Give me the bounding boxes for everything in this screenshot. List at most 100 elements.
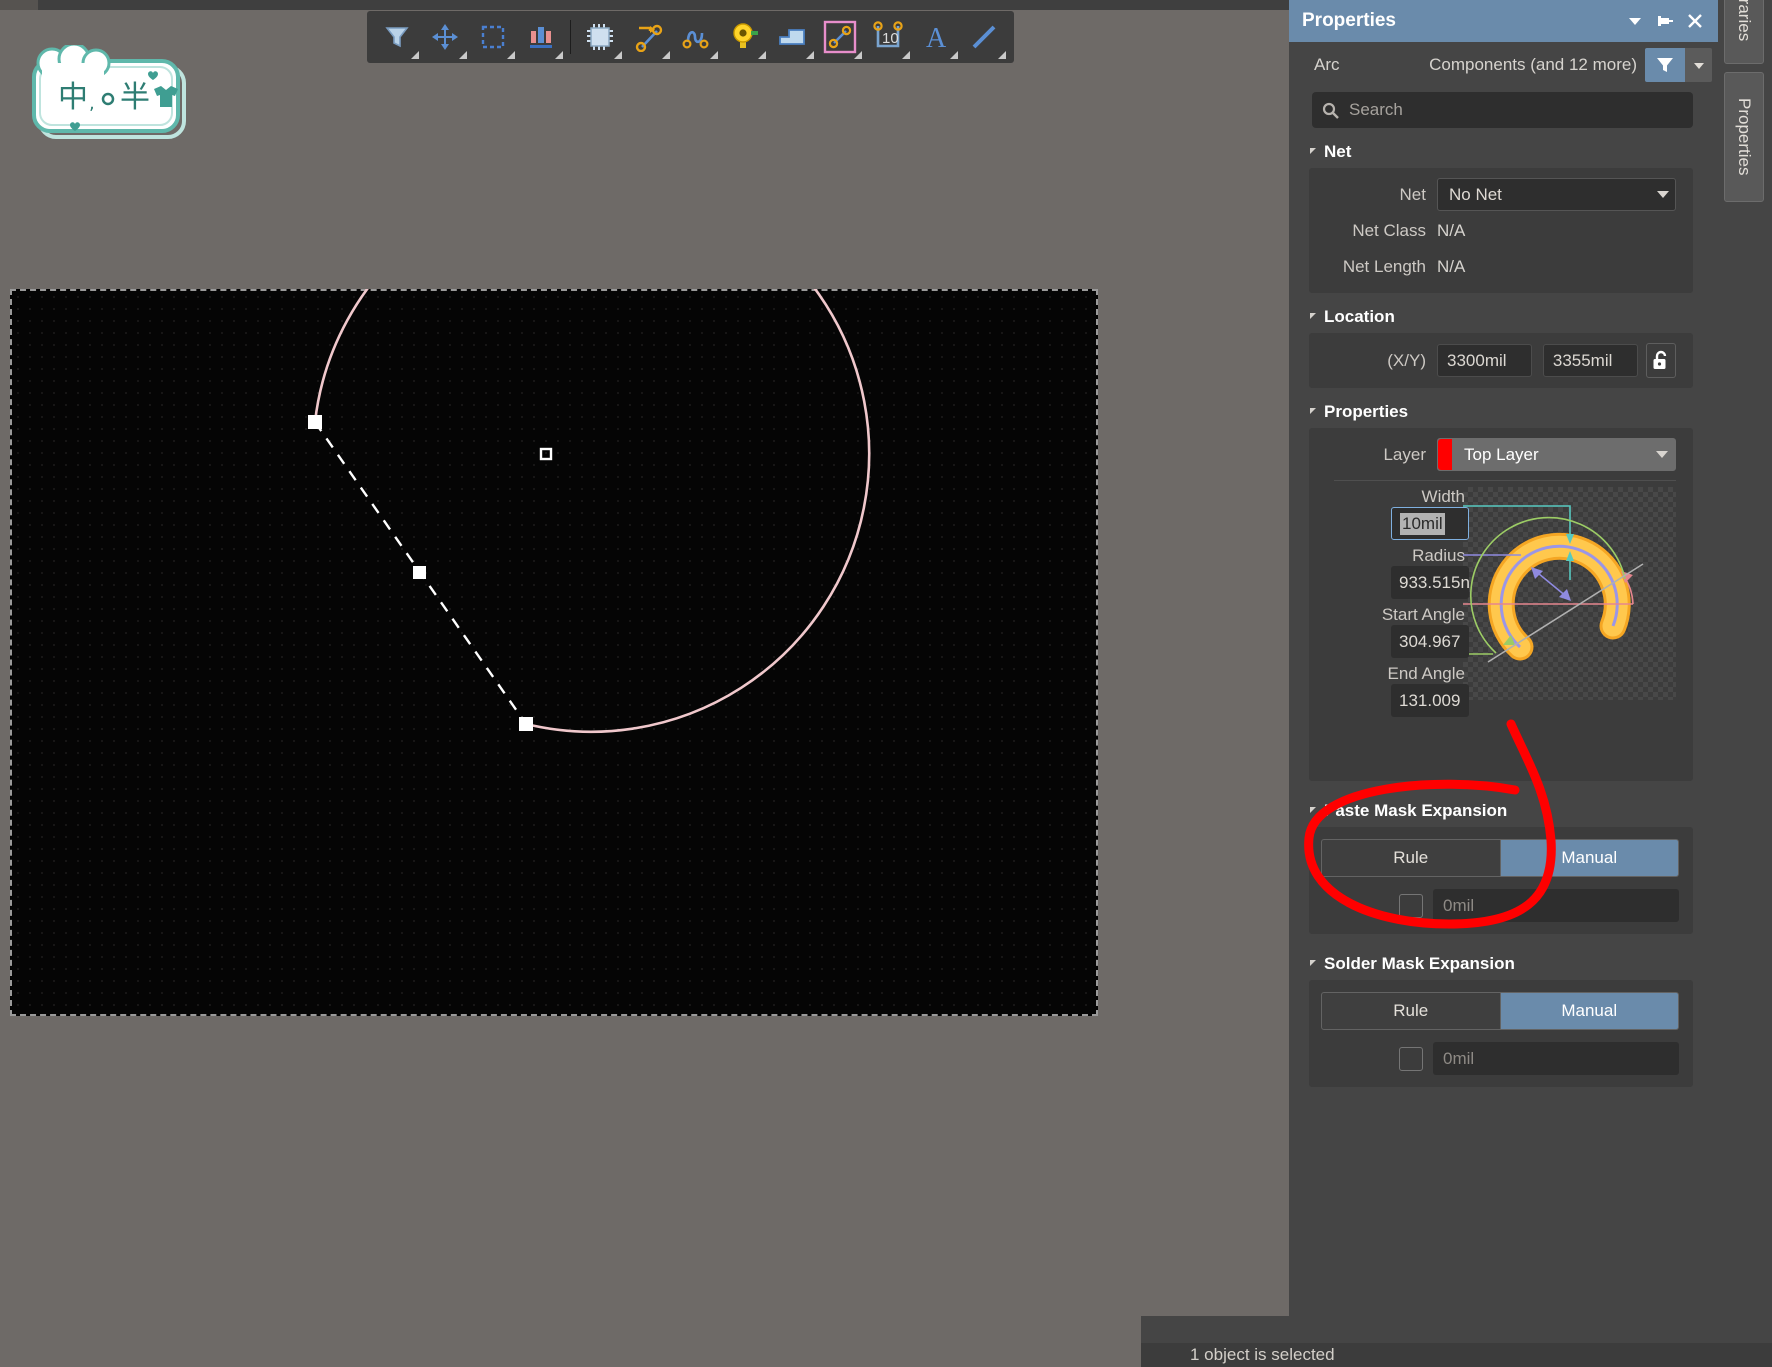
location-y-input[interactable]: 3355mil: [1543, 344, 1638, 377]
differential-pair-tool-button[interactable]: [672, 13, 720, 61]
wavy-line-icon: [681, 22, 711, 52]
chevron-down-icon: [1657, 191, 1669, 198]
pcb-toolbar: 10 A: [367, 11, 1014, 63]
paste-mask-expansion-input[interactable]: 0mil: [1433, 889, 1679, 922]
paste-mask-checkbox[interactable]: [1399, 894, 1423, 918]
panel-pin-button[interactable]: [1650, 6, 1680, 36]
dropdown-caret[interactable]: [806, 51, 814, 59]
arc-line-icon: [823, 20, 857, 54]
dimension-10-icon: 10: [872, 21, 904, 53]
solder-mask-expansion-input[interactable]: 0mil: [1433, 1042, 1679, 1075]
paste-mask-expansion-row: 0mil: [1309, 889, 1679, 922]
align-tool-button[interactable]: [517, 13, 565, 61]
svg-text:A: A: [926, 23, 947, 52]
dropdown-caret[interactable]: [662, 51, 670, 59]
layer-field-row: Layer Top Layer: [1309, 436, 1693, 473]
place-line-tool-button[interactable]: [960, 13, 1008, 61]
dropdown-caret[interactable]: [854, 51, 862, 59]
collapse-triangle-icon: [1310, 960, 1316, 966]
dropdown-caret[interactable]: [411, 51, 419, 59]
layer-value: Top Layer: [1452, 439, 1649, 470]
net-section-title: Net: [1324, 142, 1351, 162]
dropdown-caret[interactable]: [902, 51, 910, 59]
canvas-graphics: [10, 289, 1098, 1016]
text-a-icon: A: [921, 22, 951, 52]
layer-combo[interactable]: Top Layer: [1437, 438, 1676, 471]
paste-mask-rule-button[interactable]: Rule: [1321, 839, 1501, 877]
place-polygon-tool-button[interactable]: [768, 13, 816, 61]
move-tool-button[interactable]: [421, 13, 469, 61]
place-via-tool-button[interactable]: [720, 13, 768, 61]
object-scope-label: Components (and 12 more): [1429, 55, 1637, 75]
toolbar-separator: [570, 20, 571, 54]
dropdown-caret[interactable]: [950, 51, 958, 59]
net-combo[interactable]: No Net: [1437, 178, 1676, 211]
arc-vertex-handle: [541, 449, 551, 459]
location-lock-button[interactable]: [1646, 343, 1676, 378]
paste-mask-manual-button[interactable]: Manual: [1501, 839, 1680, 877]
route-track-icon: [633, 22, 663, 52]
dropdown-caret[interactable]: [614, 51, 622, 59]
vtab-libraries[interactable]: Libraries: [1724, 0, 1764, 64]
search-placeholder: Search: [1349, 100, 1403, 120]
location-section-title: Location: [1324, 307, 1395, 327]
arc-geometry-group: Width 10mil Radius 933.515n Start Angle …: [1309, 487, 1676, 723]
net-length-field-row: Net Length N/A: [1309, 249, 1693, 285]
object-kind-label: Arc: [1314, 55, 1340, 75]
place-dimension-tool-button[interactable]: 10: [864, 13, 912, 61]
dropdown-caret[interactable]: [555, 51, 563, 59]
net-length-label: Net Length: [1309, 257, 1437, 277]
vtab-properties[interactable]: Properties: [1724, 72, 1764, 202]
panel-close-button[interactable]: [1680, 6, 1710, 36]
end-angle-input[interactable]: 131.009: [1391, 684, 1469, 717]
solder-mask-section-header[interactable]: Solder Mask Expansion: [1289, 940, 1718, 980]
document-tab[interactable]: [0, 0, 38, 10]
dropdown-caret[interactable]: [758, 51, 766, 59]
object-filter-dropdown[interactable]: [1685, 48, 1712, 82]
route-track-tool-button[interactable]: [624, 13, 672, 61]
paste-mask-section-header[interactable]: Paste Mask Expansion: [1289, 787, 1718, 827]
layer-color-swatch: [1438, 439, 1452, 470]
funnel-icon: [382, 22, 412, 52]
paste-mask-mode-toggle: Rule Manual: [1321, 839, 1679, 877]
location-section-header[interactable]: Location: [1289, 293, 1718, 333]
start-angle-input[interactable]: 304.967: [1391, 625, 1469, 658]
move-arrows-icon: [430, 22, 460, 52]
pcb-design-canvas[interactable]: [10, 289, 1098, 1016]
properties-panel-titlebar: Properties: [1289, 0, 1718, 42]
panel-dropdown-button[interactable]: [1620, 6, 1650, 36]
width-input[interactable]: 10mil: [1391, 507, 1469, 540]
svg-text:半: 半: [120, 80, 150, 115]
properties-section-header[interactable]: Properties: [1289, 388, 1718, 428]
layer-label: Layer: [1309, 445, 1437, 465]
dropdown-caret[interactable]: [998, 51, 1006, 59]
solder-mask-manual-button[interactable]: Manual: [1501, 992, 1680, 1030]
solder-mask-rule-button[interactable]: Rule: [1321, 992, 1501, 1030]
section-divider: [1334, 480, 1676, 481]
collapse-triangle-icon: [1310, 408, 1316, 414]
dropdown-caret[interactable]: [459, 51, 467, 59]
radius-input[interactable]: 933.515n: [1391, 566, 1469, 599]
panel-title: Properties: [1302, 10, 1396, 32]
dropdown-caret[interactable]: [507, 51, 515, 59]
solder-mask-checkbox[interactable]: [1399, 1047, 1423, 1071]
end-angle-label: End Angle: [1309, 664, 1469, 684]
search-icon: [1322, 102, 1339, 119]
location-x-input[interactable]: 3300mil: [1437, 344, 1532, 377]
solder-mask-section-body: Rule Manual 0mil: [1309, 980, 1693, 1087]
diagonal-line-icon: [969, 22, 999, 52]
net-section-header[interactable]: Net: [1289, 128, 1718, 168]
object-filter-button[interactable]: [1645, 48, 1685, 82]
pin-icon: [1656, 12, 1674, 30]
solder-mask-section-title: Solder Mask Expansion: [1324, 954, 1515, 974]
arc-start-handle: [308, 415, 322, 429]
unlocked-padlock-icon: [1651, 350, 1671, 372]
dropdown-caret[interactable]: [710, 51, 718, 59]
select-area-tool-button[interactable]: [469, 13, 517, 61]
place-string-tool-button[interactable]: A: [912, 13, 960, 61]
layer-tab-bar: yer Mechanical 1Top OverlayBottom Overla…: [0, 1343, 1141, 1367]
place-arc-tool-button[interactable]: [816, 13, 864, 61]
search-input[interactable]: Search: [1312, 92, 1693, 128]
filter-tool-button[interactable]: [373, 13, 421, 61]
place-component-tool-button[interactable]: [576, 13, 624, 61]
